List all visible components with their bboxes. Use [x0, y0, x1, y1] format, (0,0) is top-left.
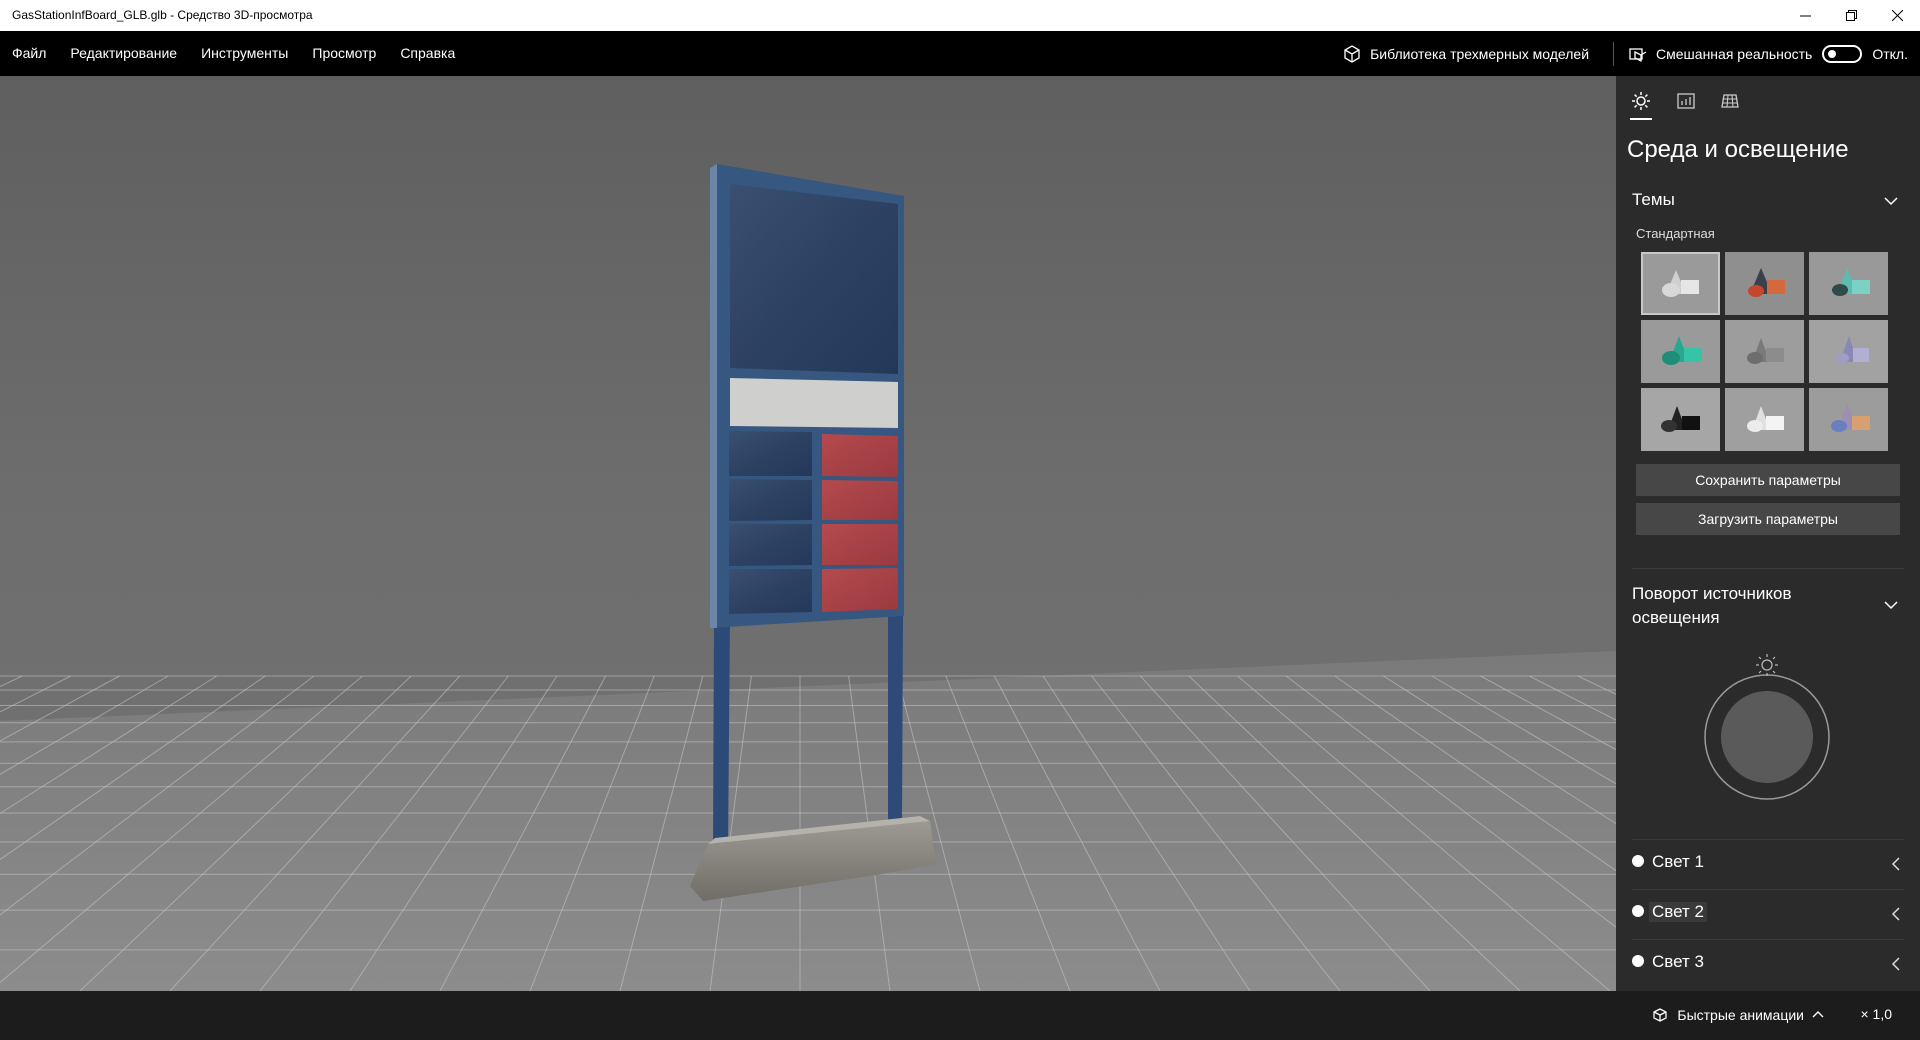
close-icon: [1891, 10, 1903, 21]
grid-icon: [1721, 94, 1739, 108]
light-color-dot: [1632, 855, 1644, 867]
chevron-left-icon[interactable]: [1890, 857, 1902, 871]
theme-thumbnail-6[interactable]: [1809, 320, 1888, 383]
load-settings-button[interactable]: Загрузить параметры: [1636, 503, 1900, 535]
price-panel-red-1: [822, 434, 898, 477]
mixed-reality-toggle[interactable]: [1822, 44, 1863, 63]
tab-environment[interactable]: [1626, 86, 1656, 120]
animations-label: Быстрые анимации: [1677, 1007, 1804, 1023]
light-color-dot: [1632, 905, 1644, 917]
themes-group-label: Стандартная: [1636, 226, 1715, 241]
mixed-reality-label: Смешанная реальность: [1656, 45, 1813, 62]
theme-thumbnail-7[interactable]: [1641, 388, 1720, 451]
mixed-reality-button[interactable]: Смешанная реальность: [1628, 44, 1812, 64]
tab-grid[interactable]: [1715, 86, 1745, 116]
menu-file[interactable]: Файл: [0, 31, 58, 76]
light-color-dot: [1632, 955, 1644, 967]
menu-divider: [1613, 41, 1615, 66]
menu-edit[interactable]: Редактирование: [58, 31, 189, 76]
restore-icon: [1845, 10, 1857, 21]
theme-thumbnail-3[interactable]: [1809, 252, 1888, 315]
light-item-2[interactable]: Свет 2: [1632, 889, 1904, 939]
frame-edge: [710, 164, 717, 628]
panel-tabs: [1616, 76, 1920, 124]
panel-title: Среда и освещение: [1627, 136, 1849, 163]
animation-icon: [1653, 1008, 1668, 1022]
save-settings-button[interactable]: Сохранить параметры: [1636, 464, 1900, 496]
light-rotation-header[interactable]: Поворот источников освещения: [1632, 582, 1792, 630]
environment-panel: Среда и освещение Темы Стандартная Сохра…: [1616, 76, 1920, 991]
3d-viewport[interactable]: [0, 76, 1616, 991]
sun-handle-icon: [1756, 654, 1778, 676]
price-panel-blue-2: [729, 479, 812, 521]
cube-icon: [1344, 44, 1360, 63]
light-rotation-dial[interactable]: [1687, 645, 1847, 805]
sun-icon: [1632, 92, 1650, 110]
quick-animations-button[interactable]: Быстрые анимации: [1651, 1006, 1832, 1024]
toggle-state-label: Откл.: [1872, 45, 1908, 62]
light-label: Свет 3: [1652, 952, 1704, 971]
white-band: [730, 378, 898, 428]
3d-library-button[interactable]: Библиотека трехмерных моделей: [1342, 44, 1607, 64]
menu-tools[interactable]: Инструменты: [189, 31, 300, 76]
title-bar: GasStationInfBoard_GLB.glb - Средство 3D…: [0, 0, 1920, 31]
chevron-left-icon[interactable]: [1890, 907, 1902, 921]
theme-thumbnail-8[interactable]: [1725, 388, 1804, 451]
price-panel-blue-1: [729, 431, 812, 476]
mixed-reality-icon: [1629, 47, 1647, 62]
theme-thumbnail-2[interactable]: [1725, 252, 1804, 315]
themes-grid: [1641, 252, 1894, 451]
light-label: Свет 1: [1652, 852, 1704, 871]
theme-thumbnail-1[interactable]: [1641, 252, 1720, 315]
stats-icon: [1677, 93, 1695, 109]
minimize-button[interactable]: [1782, 0, 1828, 31]
chevron-down-icon[interactable]: [1884, 194, 1898, 208]
price-panel-blue-4: [729, 569, 812, 614]
price-panel-red-4: [822, 568, 898, 612]
close-button[interactable]: [1874, 0, 1920, 31]
window-title: GasStationInfBoard_GLB.glb - Средство 3D…: [12, 8, 313, 22]
price-panel-red-3: [822, 524, 898, 565]
themes-header[interactable]: Темы: [1632, 190, 1675, 210]
menu-help[interactable]: Справка: [388, 31, 467, 76]
light-item-1[interactable]: Свет 1: [1632, 839, 1904, 889]
price-panel-blue-3: [729, 524, 812, 566]
status-bar: Быстрые анимации × 1,0: [0, 991, 1920, 1040]
right-post: [888, 616, 903, 821]
top-panel: [730, 184, 898, 374]
scene-canvas[interactable]: [0, 76, 1616, 991]
menu-bar: Файл Редактирование Инструменты Просмотр…: [0, 31, 1920, 76]
light-item-3[interactable]: Свет 3: [1632, 939, 1904, 989]
chevron-up-icon: [1812, 1011, 1824, 1018]
restore-button[interactable]: [1828, 0, 1874, 31]
playback-speed[interactable]: × 1,0: [1860, 1006, 1892, 1022]
chevron-down-icon[interactable]: [1884, 598, 1898, 612]
theme-thumbnail-5[interactable]: [1725, 320, 1804, 383]
menu-view[interactable]: Просмотр: [300, 31, 388, 76]
price-panel-red-2: [822, 480, 898, 520]
floor-grid: [0, 651, 1616, 991]
chevron-left-icon[interactable]: [1890, 957, 1902, 971]
light-label: Свет 2: [1649, 902, 1707, 922]
theme-thumbnail-9[interactable]: [1809, 388, 1888, 451]
theme-thumbnail-4[interactable]: [1641, 320, 1720, 383]
left-post: [713, 616, 730, 852]
minimize-icon: [1799, 15, 1811, 17]
tab-statistics[interactable]: [1671, 86, 1701, 116]
section-divider: [1632, 568, 1904, 569]
library-label: Библиотека трехмерных моделей: [1370, 45, 1590, 62]
